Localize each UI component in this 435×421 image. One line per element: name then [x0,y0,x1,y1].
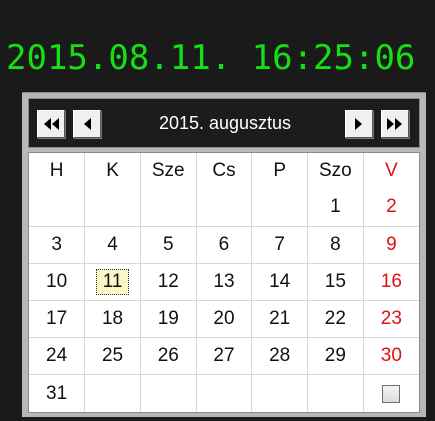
weekday-header-row: H K Sze Cs P Szo V [29,153,419,189]
week-row: 24 25 26 27 28 29 30 [29,337,419,376]
day-cell[interactable]: 17 [29,300,86,339]
checkbox[interactable] [382,384,401,403]
previous-month-button[interactable] [73,110,101,138]
month-navigation: 2015. augusztus [28,98,420,148]
calendar-body: 1 2 3 4 5 6 7 8 9 10 11 12 13 14 15 16 17 18 19 20 21 22 23 24 2… [29,189,419,412]
weekday-header: K [84,153,141,189]
day-cell[interactable]: 6 [196,226,253,264]
day-cell[interactable]: 11 [84,263,141,301]
empty-cell [140,374,197,412]
month-label: 2015. augusztus [158,113,292,133]
day-cell[interactable]: 22 [307,300,364,339]
empty-cell [29,189,86,227]
day-cell[interactable]: 3 [29,226,86,264]
week-row: 10 11 12 13 14 15 16 [29,263,419,301]
first-month-button[interactable] [37,110,65,138]
empty-cell [140,189,197,227]
weekday-header: Szo [307,153,364,189]
day-cell[interactable]: 12 [140,263,197,301]
day-cell[interactable]: 4 [84,226,141,264]
day-cell[interactable]: 29 [307,337,364,376]
week-row: 3456789 [29,226,419,264]
double-right-arrow-icon [387,118,402,130]
day-cell[interactable]: 27 [196,337,253,376]
right-arrow-icon [355,118,362,130]
calendar-widget: 2015.08.11. 16:25:06 2015. augusztus H K… [0,0,435,421]
empty-cell [196,374,253,412]
day-cell[interactable]: 10 [29,263,86,301]
empty-cell [84,374,141,412]
calendar-grid: H K Sze Cs P Szo V 1 2 3 4 5 6 7 8 9 10 11 12 13 14 15 16 17 18… [28,152,420,413]
week-row: 12 [29,189,419,227]
day-cell[interactable]: 7 [251,226,309,264]
left-arrow-icon [84,118,91,130]
day-cell[interactable]: 16 [363,263,419,301]
day-cell[interactable]: 9 [363,226,419,264]
day-cell[interactable]: 18 [84,300,141,339]
day-cell[interactable]: 28 [251,337,309,376]
day-cell[interactable]: 21 [251,300,309,339]
day-cell[interactable]: 30 [363,337,419,376]
day-cell[interactable]: 31 [29,374,86,412]
day-cell[interactable]: 5 [140,226,197,264]
day-cell[interactable]: 13 [196,263,253,301]
next-month-button[interactable] [345,110,373,138]
day-cell[interactable]: 26 [140,337,197,376]
clock-bar: 2015.08.11. 16:25:06 [0,0,435,92]
day-cell[interactable]: 24 [29,337,86,376]
empty-cell [196,189,253,227]
today-checkbox-cell [363,375,419,412]
day-cell[interactable]: 2 [363,189,419,227]
calendar-table: H K Sze Cs P Szo V 1 2 3 4 5 6 7 8 9 10 11 12 13 14 15 16 17 18… [29,153,419,412]
weekday-header: V [385,160,398,181]
day-cell[interactable]: 1 [307,189,364,227]
double-left-arrow-icon [44,118,59,130]
selected-day[interactable]: 11 [95,268,130,295]
day-cell[interactable]: 15 [307,263,364,301]
weekday-header: Sze [140,153,197,189]
weekday-header: Cs [196,153,253,189]
empty-cell [307,374,364,412]
digital-clock: 2015.08.11. 16:25:06 [6,38,416,78]
day-cell[interactable]: 19 [140,300,197,339]
day-cell[interactable]: 14 [251,263,309,301]
day-cell[interactable]: 25 [84,337,141,376]
empty-cell [251,374,309,412]
weekday-header: H [29,153,86,189]
empty-cell [84,189,141,227]
day-cell[interactable]: 23 [363,300,419,339]
week-row: 17 18 19 20 21 22 23 [29,300,419,339]
day-cell[interactable]: 20 [196,300,253,339]
week-row: 31 [29,374,419,412]
last-month-button[interactable] [381,110,409,138]
day-cell[interactable]: 8 [307,226,364,264]
empty-cell [251,189,309,227]
weekday-header: P [251,153,309,189]
